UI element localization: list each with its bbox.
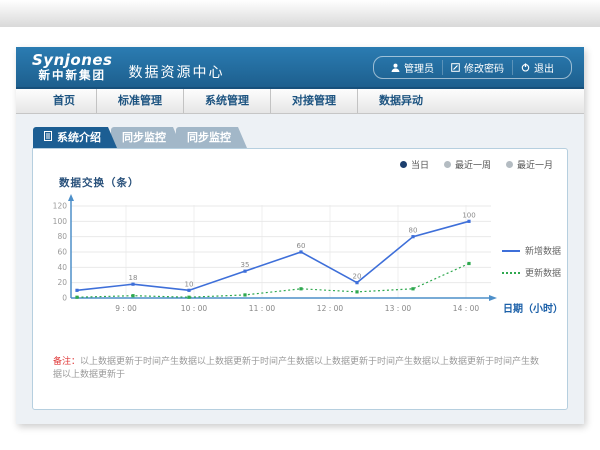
svg-text:10 : 00: 10 : 00 xyxy=(181,304,208,313)
nav-item[interactable]: 标准管理 xyxy=(97,89,184,113)
legend-label: 新增数据 xyxy=(525,244,561,257)
radio-icon xyxy=(506,161,513,168)
svg-text:120: 120 xyxy=(53,202,68,211)
top-gradient-strip xyxy=(0,0,600,27)
range-option-label: 当日 xyxy=(411,158,429,171)
footnote-label: 备注： xyxy=(53,357,80,367)
chart-legend: 新增数据更新数据 xyxy=(502,244,561,279)
svg-text:100: 100 xyxy=(462,211,475,219)
footnote-text: 以上数据更新于时间产生数据以上数据更新于时间产生数据以上数据更新于时间产生数据以… xyxy=(53,357,539,380)
svg-text:40: 40 xyxy=(57,263,67,272)
svg-text:12 : 00: 12 : 00 xyxy=(317,304,344,313)
header-action-power[interactable]: 退出 xyxy=(512,60,562,75)
footnote: 备注：以上数据更新于时间产生数据以上数据更新于时间产生数据以上数据更新于时间产生… xyxy=(33,356,567,381)
svg-text:9 : 00: 9 : 00 xyxy=(115,304,137,313)
main-nav: 首页标准管理系统管理对接管理数据异动 xyxy=(16,89,584,114)
tab[interactable]: 同步监控 xyxy=(176,127,247,148)
svg-text:10: 10 xyxy=(185,280,194,288)
legend-line-swatch xyxy=(502,250,520,252)
range-option[interactable]: 最近一月 xyxy=(506,158,553,171)
nav-item[interactable]: 数据异动 xyxy=(358,89,444,113)
range-option[interactable]: 当日 xyxy=(400,158,429,171)
svg-text:35: 35 xyxy=(241,261,250,269)
svg-text:18: 18 xyxy=(129,274,138,282)
tab-active[interactable]: 系统介绍 xyxy=(33,127,117,148)
content-area: 系统介绍同步监控同步监控 当日最近一周最近一月 数据交换（条） 02040608… xyxy=(16,114,584,424)
tab-label: 系统介绍 xyxy=(57,127,101,148)
logo-wordmark: Synjones xyxy=(32,53,113,69)
logo-company-name: 新中新集团 xyxy=(32,69,113,81)
svg-text:13 : 00: 13 : 00 xyxy=(385,304,412,313)
header-action-user[interactable]: 管理员 xyxy=(383,60,442,75)
app-header: Synjones 新中新集团 数据资源中心 管理员 修改密码 退出 xyxy=(16,47,584,89)
legend-item: 更新数据 xyxy=(502,266,561,279)
svg-text:11 : 00: 11 : 00 xyxy=(249,304,276,313)
brand-logo: Synjones 新中新集团 xyxy=(32,53,113,81)
range-option-label: 最近一周 xyxy=(455,158,491,171)
tab[interactable]: 同步监控 xyxy=(111,127,182,148)
svg-text:80: 80 xyxy=(409,227,418,235)
svg-text:60: 60 xyxy=(57,248,67,257)
header-action-group: 管理员 修改密码 退出 xyxy=(373,56,572,79)
header-action-edit[interactable]: 修改密码 xyxy=(442,60,512,75)
legend-line-swatch xyxy=(502,272,520,274)
page: Synjones 新中新集团 数据资源中心 管理员修改密码退出 首页标准管理系统… xyxy=(0,0,600,450)
page-title: 数据资源中心 xyxy=(129,62,225,82)
app-window: Synjones 新中新集团 数据资源中心 管理员修改密码退出 首页标准管理系统… xyxy=(16,47,584,424)
legend-item: 新增数据 xyxy=(502,244,561,257)
time-range-selector: 当日 最近一周 最近一月 xyxy=(33,149,567,171)
svg-text:100: 100 xyxy=(53,217,68,226)
svg-text:20: 20 xyxy=(353,273,362,281)
radio-icon xyxy=(444,161,451,168)
line-chart: 0 20 40 60 80 100 120 9 : 00 10 : 00 11 : 00 12 : … xyxy=(41,192,511,342)
nav-item[interactable]: 对接管理 xyxy=(271,89,358,113)
svg-text:80: 80 xyxy=(57,232,67,241)
tab-strip: 系统介绍同步监控同步监控 xyxy=(33,127,568,148)
nav-item[interactable]: 首页 xyxy=(32,89,97,113)
header-action-label: 退出 xyxy=(534,60,554,75)
tab-label: 同步监控 xyxy=(187,127,231,148)
x-axis-title: 日期（小时） xyxy=(503,300,563,315)
header-action-label: 管理员 xyxy=(404,60,434,75)
y-axis-title: 数据交换（条） xyxy=(59,175,567,190)
document-icon xyxy=(44,127,52,148)
svg-text:14 : 00: 14 : 00 xyxy=(453,304,480,313)
power-icon xyxy=(521,63,530,72)
svg-text:60: 60 xyxy=(297,242,306,250)
header-action-label: 修改密码 xyxy=(464,60,504,75)
svg-text:0: 0 xyxy=(62,294,67,303)
radio-icon xyxy=(400,161,407,168)
user-icon xyxy=(391,63,400,72)
legend-label: 更新数据 xyxy=(525,266,561,279)
edit-icon xyxy=(451,63,460,72)
tab-label: 同步监控 xyxy=(122,127,166,148)
range-option-label: 最近一月 xyxy=(517,158,553,171)
nav-item[interactable]: 系统管理 xyxy=(184,89,271,113)
chart-container: 0 20 40 60 80 100 120 9 : 00 10 : 00 11 : 00 12 : … xyxy=(33,192,567,342)
chart-panel: 当日 最近一周 最近一月 数据交换（条） 0 20 40 60 80 100 120 9 : 00… xyxy=(32,148,568,410)
range-option[interactable]: 最近一周 xyxy=(444,158,491,171)
svg-text:20: 20 xyxy=(57,278,67,287)
